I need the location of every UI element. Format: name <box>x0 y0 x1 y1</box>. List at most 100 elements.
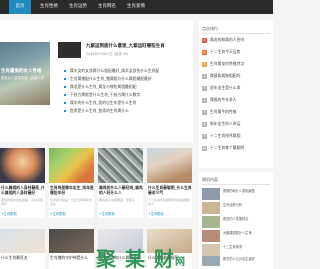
list-item-text[interactable]: 干枝方属蛇是什么生肖_干枝方属什么数字 <box>70 92 140 97</box>
rank-text[interactable]: 属鼠和属狗相配吗 <box>210 73 240 78</box>
related-item[interactable]: 属鼠的人性格特点 <box>202 216 270 230</box>
rank-item[interactable]: 5 虎年出生是什么命 <box>202 84 272 92</box>
rank-item[interactable]: 10 十二生肖哪个最聪明 <box>202 144 272 152</box>
related-thumbnail[interactable] <box>202 230 220 242</box>
tab-names[interactable]: 生肖网名 <box>96 0 118 14</box>
rank-badge: 3 <box>202 61 207 67</box>
related-thumbnail[interactable] <box>202 188 220 200</box>
card-title[interactable]: 什么生肖最聪明_什么生肖最讲义气 <box>148 185 192 195</box>
rank-text[interactable]: 属虎的和属的人合吗 <box>210 37 244 42</box>
rank-item[interactable]: 1 属虎的和属的人合吗 <box>202 36 272 44</box>
rank-text[interactable]: 十二生肖排序属相 <box>210 133 240 138</box>
related-item[interactable]: 属猴的和什么属相最配 <box>202 188 270 202</box>
article-card[interactable]: 什么生肖最聪明_什么生肖最讲义气 十二生肖中最聪明的生肖是属鼠的人 +生肖属相 <box>147 148 192 218</box>
related-thumbnail[interactable] <box>202 244 220 256</box>
list-item-text[interactable]: 属羊的什么生肖_我的出生年是什么生肖 <box>70 100 136 105</box>
sidebar-heading: 随机内容 <box>202 177 218 182</box>
rank-text[interactable]: 生肖属牛的性格 <box>210 109 237 114</box>
list-item-text[interactable]: 生肖属猪配什么生肖_猪属相与什么属相婚配最好 <box>70 76 152 81</box>
tab-personality[interactable]: 生肖性格 <box>38 0 60 14</box>
related-item[interactable]: 属羊的人几月出生最好 <box>202 256 270 269</box>
related-text[interactable]: 大鹏展翅属什么生肖 <box>223 231 271 236</box>
divider <box>202 33 270 34</box>
rank-item[interactable]: 7 生肖属牛的性格 <box>202 108 272 116</box>
featured-thumbnail[interactable] <box>58 42 81 58</box>
related-text[interactable]: 生肖运势分析 <box>223 203 271 208</box>
article-card[interactable]: 生肖猪的守护神是什么 <box>49 229 94 269</box>
card-desc: 属兔的朋友性格温顺，身材高挑修长 <box>1 198 44 206</box>
rank-text[interactable]: 虎年出生是什么命 <box>210 85 240 90</box>
rank-item[interactable]: 6 属猴的今年多大 <box>202 96 272 104</box>
card-image[interactable] <box>0 148 45 183</box>
card-title[interactable]: 生肖鸡是哪年出生_鸡年是哪些年份 <box>50 185 94 195</box>
card-image[interactable] <box>49 148 94 183</box>
rank-text[interactable]: 属猴的今年多大 <box>210 97 237 102</box>
card-title[interactable]: 什么属相的人身材最高_什么属相的人身材最好 <box>1 185 45 195</box>
sidebar-ranking: 点击排行 1 属虎的和属的人合吗 2 十二生肖今天运势 3 生肖属龙的性格特点 4 属鼠… <box>199 20 273 168</box>
related-text[interactable]: 属猴的和什么属相最配 <box>223 189 271 194</box>
tab-love[interactable]: 生肖爱情 <box>125 0 147 14</box>
card-desc: 属鸡的人性格要强，爱面子 <box>99 198 136 202</box>
featured-title[interactable]: 九紫运到底什么意思_九紫运旺哪些生肖 <box>86 43 165 49</box>
card-title[interactable]: 生肖猪的守护神是什么 <box>50 255 94 260</box>
related-thumbnail[interactable] <box>202 202 220 214</box>
sidebar-related: 随机内容 属猴的和什么属相最配 生肖运势分析 属鼠的人性格特点 大鹏展翅属什么生… <box>199 172 273 269</box>
related-item[interactable]: 生肖运势分析 <box>202 202 270 216</box>
rank-badge: 2 <box>202 49 207 55</box>
card-image[interactable] <box>0 229 45 253</box>
list-item[interactable]: 干枝方属蛇是什么生肖_干枝方属什么数字 <box>64 91 190 99</box>
rank-item[interactable]: 4 属鼠和属狗相配吗 <box>202 72 272 80</box>
rank-item[interactable]: 9 十二生肖排序属相 <box>202 132 272 140</box>
rank-item[interactable]: 2 十二生肖今天运势 <box>202 48 272 56</box>
hero-caption[interactable]: 生肖属兔的女人性格 <box>1 69 49 75</box>
article-card[interactable]: 生肖鸡是哪年出生_鸡年是哪些年份 生肖鸡分别是一九四五年等年份出生 +生肖属相 <box>49 148 94 218</box>
related-text[interactable]: 十二生肖故事 <box>223 245 271 250</box>
related-text[interactable]: 属鼠的人性格特点 <box>223 217 271 222</box>
divider <box>202 184 270 185</box>
related-text[interactable]: 属羊的人几月出生最好 <box>223 257 271 262</box>
rank-text[interactable]: 十二生肖今天运势 <box>210 49 240 54</box>
list-item[interactable]: 鱼类是什么生肖_鱼类的生肖属什么 <box>64 107 190 115</box>
card-tag[interactable]: +生肖属相 <box>99 211 114 216</box>
rank-text[interactable]: 狗年出生的人命运 <box>210 121 240 126</box>
rank-text[interactable]: 生肖属龙的性格特点 <box>210 61 244 66</box>
article-card[interactable]: 属鸡的什么人最旺鸡_属鸡的人旺什么人 属鸡的人性格要强，爱面子 +生肖属相 <box>98 148 143 218</box>
rank-badge: 8 <box>202 121 207 127</box>
hero-image[interactable]: 生肖属兔的女人性格 属兔女人温柔贤惠、善解人意 <box>0 42 50 105</box>
card-desc: 十二生肖中最聪明的生肖是属鼠的人 <box>148 198 191 206</box>
top-nav: 首页 生肖性格 生肖运势 生肖网名 生肖爱情 <box>0 0 273 14</box>
related-item[interactable]: 大鹏展翅属什么生肖 <box>202 230 270 244</box>
rank-badge: 9 <box>202 133 207 139</box>
list-item-text[interactable]: 属龙是什么生肖_属龙与哪些属相最相配 <box>70 84 136 89</box>
card-tag[interactable]: +生肖属相 <box>50 211 65 216</box>
watermark: 聚 某 财网 <box>96 243 186 269</box>
tab-home[interactable]: 首页 <box>9 0 31 14</box>
card-image[interactable] <box>98 148 143 183</box>
card-tag[interactable]: +生肖属相 <box>1 211 16 216</box>
related-thumbnail[interactable] <box>202 256 220 266</box>
rank-badge: 6 <box>202 97 207 103</box>
article-card[interactable]: 什么属相的人身材最高_什么属相的人身材最好 属兔的朋友性格温顺，身材高挑修长 +… <box>0 148 45 218</box>
watermark-suffix: 网 <box>174 257 186 268</box>
article-card[interactable]: 什么生肖最旺夫 <box>0 229 45 269</box>
card-image[interactable] <box>49 229 94 253</box>
list-item[interactable]: 属龙是什么生肖_属龙与哪些属相最相配 <box>64 83 190 91</box>
tab-fortune[interactable]: 生肖运势 <box>67 0 89 14</box>
featured-article[interactable]: 九紫运到底什么意思_九紫运旺哪些生肖 2019年03月02日 (阅读 96) <box>58 42 194 58</box>
main-panel: 生肖属兔的女人性格 属兔女人温柔贤惠、善解人意 九紫运到底什么意思_九紫运旺哪些… <box>0 20 194 157</box>
rank-item[interactable]: 8 狗年出生的人命运 <box>202 120 272 128</box>
bullet-icon <box>64 70 66 72</box>
card-title[interactable]: 什么生肖最旺夫 <box>1 255 45 260</box>
rank-item[interactable]: 3 生肖属龙的性格特点 <box>202 60 272 68</box>
list-item-text[interactable]: 鱼类是什么生肖_鱼类的生肖属什么 <box>70 108 129 113</box>
list-item[interactable]: 属羊女的女孩属什么相配最好_属羊女孩找什么生肖配 <box>64 67 190 75</box>
list-item[interactable]: 生肖属猪配什么生肖_猪属相与什么属相婚配最好 <box>64 75 190 83</box>
list-item-text[interactable]: 属羊女的女孩属什么相配最好_属羊女孩找什么生肖配 <box>70 68 159 73</box>
list-item[interactable]: 属羊的什么生肖_我的出生年是什么生肖 <box>64 99 190 107</box>
card-title[interactable]: 属鸡的什么人最旺鸡_属鸡的人旺什么人 <box>99 185 143 195</box>
related-thumbnail[interactable] <box>202 216 220 228</box>
rank-text[interactable]: 十二生肖哪个最聪明 <box>210 145 244 150</box>
card-image[interactable] <box>147 148 192 183</box>
rank-badge: 7 <box>202 109 207 115</box>
card-tag[interactable]: +生肖属相 <box>148 211 163 216</box>
